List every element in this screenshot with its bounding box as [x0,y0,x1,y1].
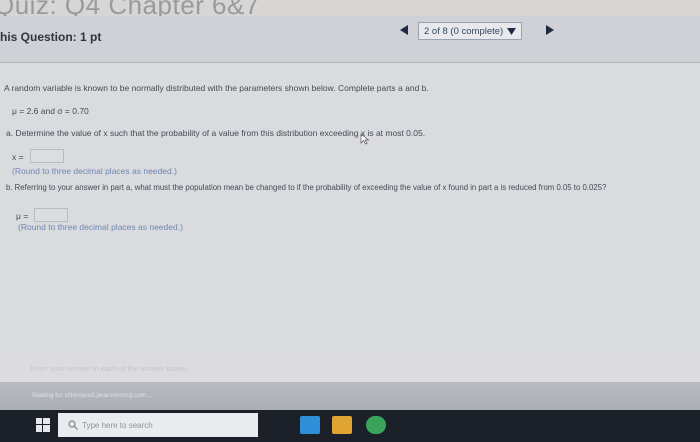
part-a-prompt: a. Determine the value of x such that th… [6,128,426,138]
chrome-browser-icon[interactable] [366,416,386,434]
part-a-answer-label: x = [12,152,24,162]
part-a-answer-input[interactable] [30,149,64,163]
edge-browser-icon[interactable] [300,416,320,434]
part-b-rounding-hint: (Round to three decimal places as needed… [18,222,183,232]
question-navigator: 2 of 8 (0 complete) [398,22,556,40]
triangle-down-icon [507,27,517,35]
answer-instructions: Enter your answer in each of the answer … [30,364,189,373]
part-b-prompt: b. Referring to your answer in part a, w… [6,183,607,192]
part-b-answer-label: μ = [16,211,29,221]
question-points-label: his Question: 1 pt [0,30,102,44]
taskbar-search-box[interactable]: Type here to search [58,413,258,437]
next-question-button[interactable] [544,24,556,38]
previous-question-button[interactable] [398,24,410,38]
search-placeholder: Type here to search [82,420,153,430]
progress-text: 2 of 8 (0 complete) [424,25,504,37]
windows-start-icon[interactable] [36,418,50,432]
loading-status-text: Waiting for xlitemprod.pearsoncmg.com... [32,392,152,399]
question-header [0,16,700,62]
part-b-answer-input[interactable] [34,208,68,222]
triangle-right-icon [546,25,555,35]
part-a-rounding-hint: (Round to three decimal places as needed… [12,166,177,176]
question-intro: A random variable is known to be normall… [4,83,429,93]
search-icon [68,420,78,430]
question-content: A random variable is known to be normall… [0,63,700,355]
distribution-parameters: μ = 2.6 and σ = 0.70 [12,106,89,116]
question-progress-dropdown[interactable]: 2 of 8 (0 complete) [418,22,523,40]
window-title-bar: Quiz: Q4 Chapter 6&7 [0,0,700,20]
file-explorer-icon[interactable] [332,416,352,434]
triangle-left-icon [400,25,408,35]
